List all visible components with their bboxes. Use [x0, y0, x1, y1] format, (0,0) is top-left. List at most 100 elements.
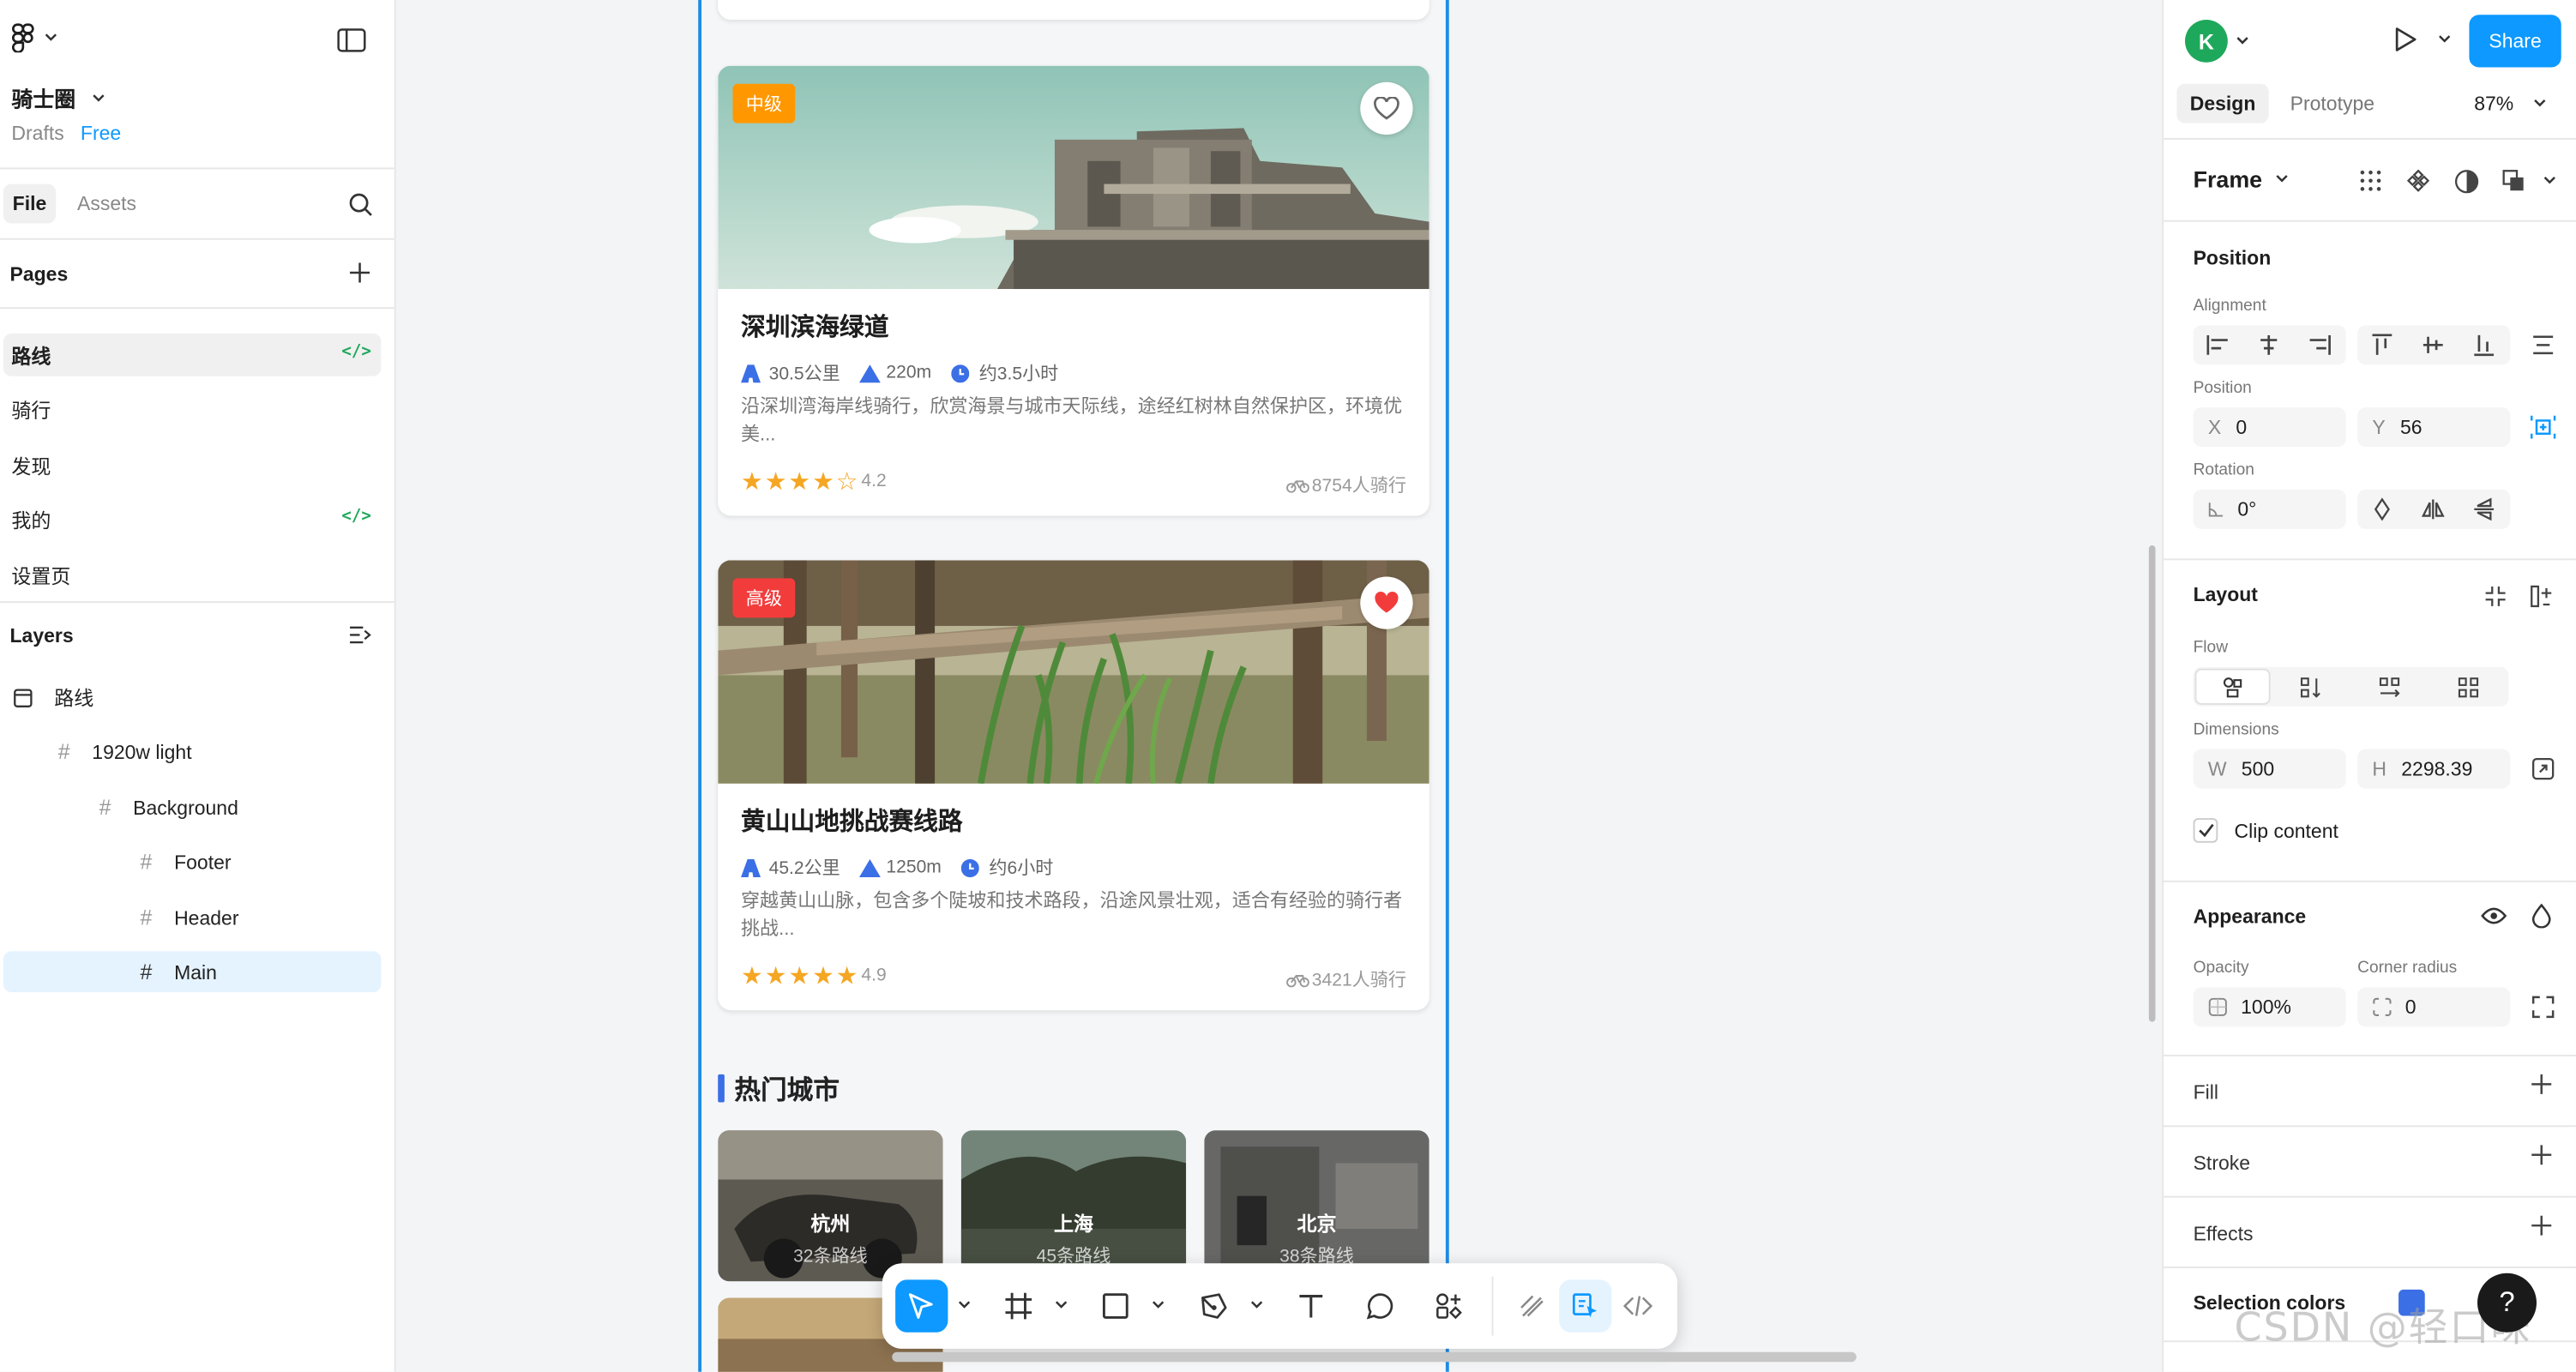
bicycle-icon	[1285, 479, 1309, 492]
present-button[interactable]	[2392, 27, 2451, 53]
flow-grid-button[interactable]	[2447, 667, 2489, 707]
add-page-button[interactable]	[348, 262, 371, 285]
city-card[interactable]: 上海 45条路线	[960, 1130, 1187, 1282]
visibility-button[interactable]	[2472, 895, 2515, 935]
help-button[interactable]: ?	[2477, 1273, 2537, 1333]
layer-main[interactable]: # Main	[3, 951, 382, 993]
main-menu-button[interactable]	[11, 23, 57, 53]
layers-options-button[interactable]	[348, 624, 371, 646]
comment-tool-button[interactable]	[1354, 1279, 1406, 1332]
opacity-input[interactable]: 100%	[2193, 987, 2346, 1027]
align-center-h-button[interactable]	[2248, 325, 2290, 364]
share-button[interactable]: Share	[2469, 15, 2561, 68]
user-menu[interactable]: K	[2185, 19, 2249, 63]
page-item-riding[interactable]: 骑行	[3, 388, 382, 430]
flow-vertical-button[interactable]	[2289, 667, 2332, 707]
layout-grid-button[interactable]	[2350, 161, 2392, 201]
pen-tool-button[interactable]	[1188, 1279, 1240, 1332]
rotation-input[interactable]: 0°	[2193, 489, 2346, 529]
drafts-link[interactable]: Drafts	[11, 122, 63, 145]
width-input[interactable]: W 500	[2193, 749, 2346, 789]
collapse-layout-button[interactable]	[2474, 576, 2517, 616]
vertical-flow-icon	[2300, 677, 2320, 697]
add-stroke-button[interactable]	[2530, 1143, 2553, 1166]
component-button[interactable]	[2397, 161, 2440, 201]
search-icon	[349, 193, 372, 216]
grid-icon	[2457, 677, 2478, 697]
x-input[interactable]: X0	[2193, 407, 2346, 448]
tab-assets[interactable]: Assets	[77, 192, 136, 215]
vertical-scrollbar[interactable]	[2148, 545, 2156, 1022]
toggle-sidebar-button[interactable]	[337, 28, 366, 53]
align-left-button[interactable]	[2196, 325, 2239, 364]
page-item-me[interactable]: 我的 </>	[3, 497, 382, 540]
search-button[interactable]	[348, 192, 373, 217]
independent-corners-button[interactable]	[2522, 987, 2565, 1026]
layer-background[interactable]: # Background	[93, 787, 381, 828]
page-item-route[interactable]: 路线 </>	[3, 333, 382, 376]
flow-horizontal-button[interactable]	[2368, 667, 2410, 707]
move-tool-button[interactable]	[895, 1279, 948, 1333]
align-top-button[interactable]	[2361, 325, 2404, 364]
design-mode-button[interactable]	[1559, 1279, 1612, 1333]
add-effect-button[interactable]	[2530, 1214, 2553, 1237]
rectangle-tool-button[interactable]	[1089, 1279, 1141, 1332]
project-name-dropdown[interactable]: 骑士圈	[11, 82, 105, 113]
city-card[interactable]: 北京 38条路线	[1204, 1130, 1429, 1282]
star-icon: ★	[812, 468, 836, 496]
chevron-down-icon[interactable]	[956, 1297, 972, 1313]
constraints-button[interactable]	[2522, 407, 2565, 447]
blend-mode-button[interactable]	[2520, 895, 2563, 935]
chevron-down-icon[interactable]	[1249, 1297, 1265, 1313]
clip-content-checkbox[interactable]: Clip content	[2193, 818, 2338, 843]
mask-button[interactable]	[2445, 161, 2488, 201]
frame-tool-button[interactable]	[992, 1279, 1044, 1332]
layer-page-route[interactable]: 路线	[3, 677, 382, 718]
align-bottom-button[interactable]	[2463, 325, 2506, 364]
route-card[interactable]: 高级 黄山山地挑战赛线路 45.2公里 1250m 约6小时 穿越黄山山脉，包含…	[718, 560, 1429, 1011]
text-tool-button[interactable]	[1285, 1279, 1337, 1332]
route-card[interactable]: 中级 深圳滨海绿道 30.5公里 220m 约3.5小时 沿深圳湾海岸线骑行，欣…	[718, 65, 1429, 516]
add-fill-button[interactable]	[2530, 1073, 2553, 1096]
dev-mode-button[interactable]	[1611, 1279, 1664, 1332]
appearance-section-title: Appearance	[2193, 905, 2307, 929]
chevron-down-icon[interactable]	[1053, 1297, 1069, 1313]
page-item-settings[interactable]: 设置页	[3, 554, 382, 597]
flip-horizontal-button[interactable]	[2411, 490, 2454, 529]
selected-frame-main[interactable]: 中级 深圳滨海绿道 30.5公里 220m 约3.5小时 沿深圳湾海岸线骑行，欣…	[698, 0, 1449, 1372]
route-card-previous[interactable]	[718, 0, 1429, 20]
tab-prototype[interactable]: Prototype	[2290, 92, 2374, 115]
plan-badge[interactable]: Free	[81, 122, 121, 145]
horizontal-scrollbar[interactable]	[892, 1351, 1857, 1363]
tab-design[interactable]: Design	[2176, 83, 2269, 123]
flip-vertical-button[interactable]	[2463, 490, 2506, 529]
rotate-button[interactable]	[2361, 490, 2404, 529]
distribute-button[interactable]	[2522, 325, 2565, 364]
chevron-down-icon[interactable]	[1150, 1297, 1166, 1313]
city-card[interactable]: 杭州 32条路线	[718, 1130, 943, 1282]
align-right-button[interactable]	[2298, 325, 2341, 364]
favorite-button[interactable]	[1360, 576, 1413, 629]
chevron-down-icon[interactable]	[2543, 176, 2556, 185]
boolean-button[interactable]	[2492, 161, 2535, 201]
checkbox[interactable]	[2193, 818, 2218, 843]
align-middle-button[interactable]	[2411, 325, 2454, 364]
tab-file[interactable]: File	[3, 184, 57, 224]
layer-header[interactable]: # Header	[135, 897, 381, 938]
layer-footer[interactable]: # Footer	[135, 841, 381, 882]
height-input[interactable]: H 2298.39	[2357, 749, 2511, 789]
clip-content-label: Clip content	[2234, 819, 2338, 842]
add-auto-layout-button[interactable]	[2520, 576, 2563, 616]
frame-type-dropdown[interactable]: Frame	[2194, 165, 2289, 192]
page-item-discover[interactable]: 发现	[3, 443, 382, 486]
layer-frame-1920w[interactable]: #1920w light	[52, 731, 381, 773]
y-input[interactable]: Y 56	[2357, 407, 2511, 448]
draw-mode-button[interactable]	[1507, 1279, 1559, 1332]
actions-tool-button[interactable]	[1423, 1279, 1475, 1332]
zoom-dropdown[interactable]: 87%	[2474, 92, 2546, 115]
opacity-value: 100%	[2241, 995, 2291, 1019]
flow-freeform-button[interactable]	[2194, 668, 2271, 705]
favorite-button[interactable]	[1360, 81, 1413, 135]
resize-to-fit-button[interactable]	[2522, 749, 2565, 789]
corner-radius-input[interactable]: 0	[2357, 987, 2511, 1027]
